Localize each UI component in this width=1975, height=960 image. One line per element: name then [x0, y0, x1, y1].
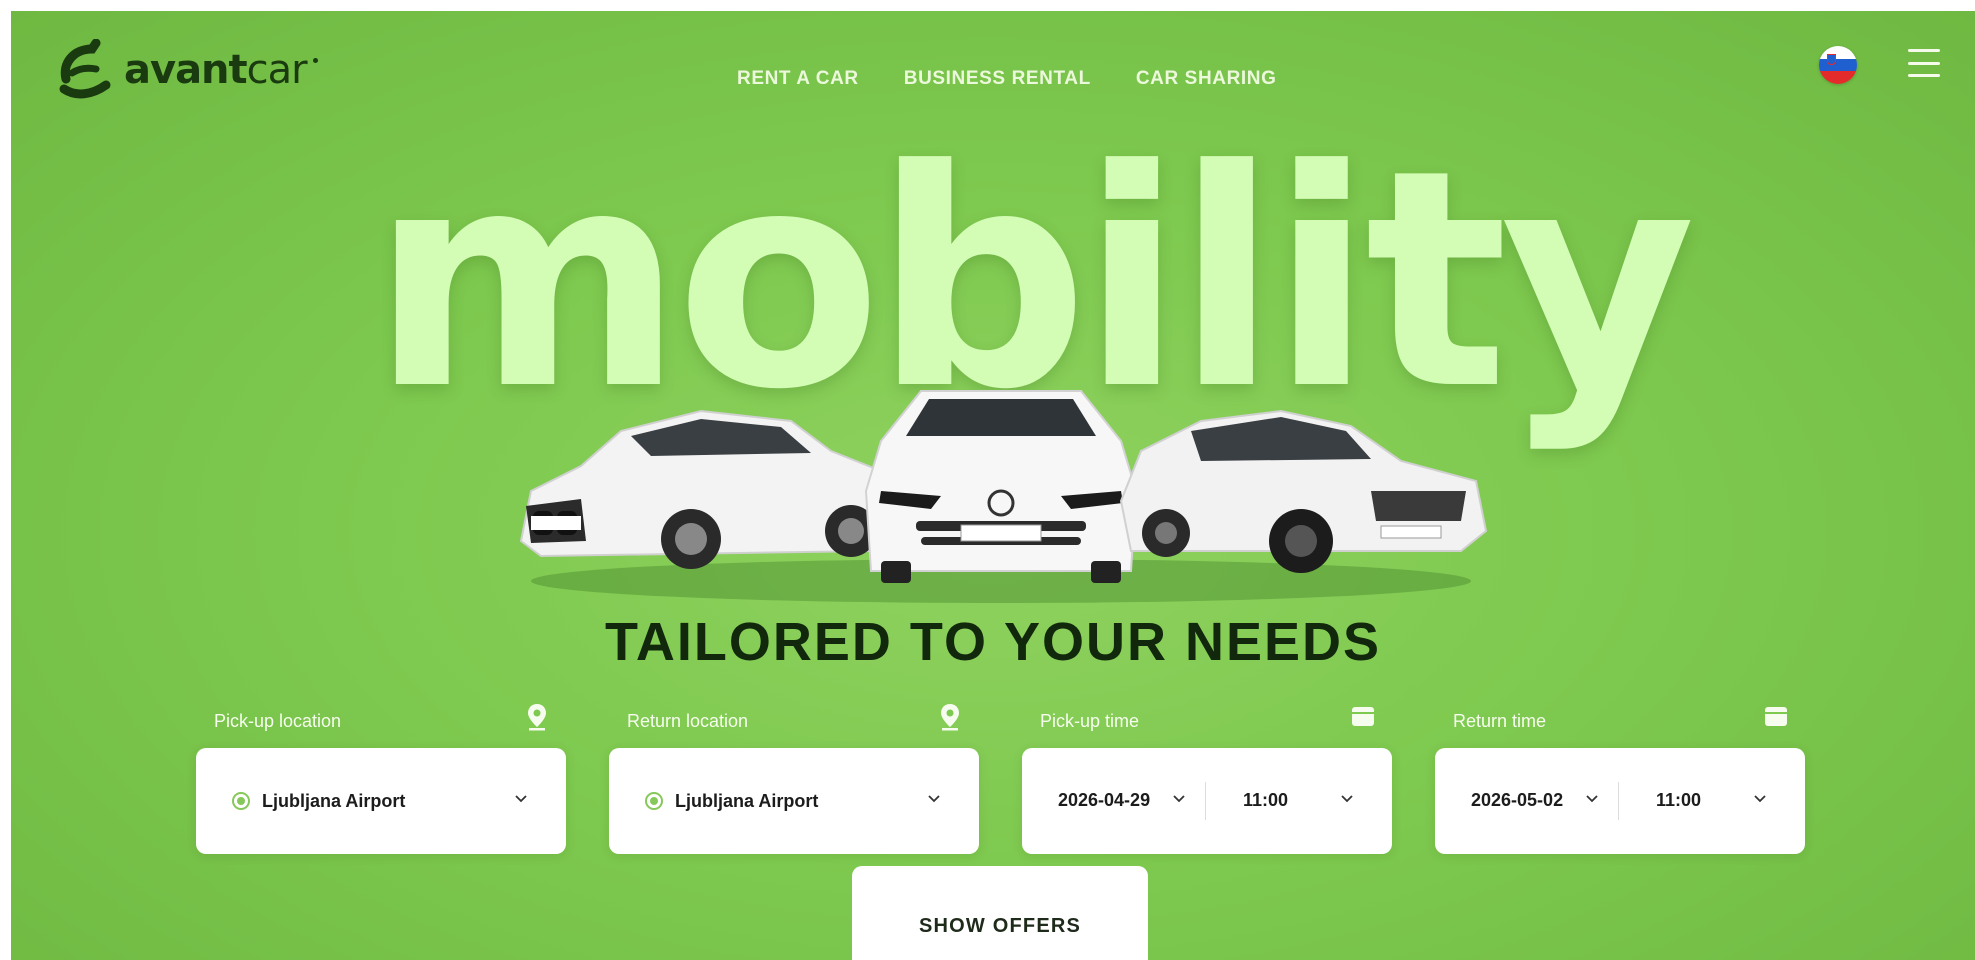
- chevron-down-icon[interactable]: [1340, 794, 1354, 804]
- pickup-time-picker: 2026-04-29 11:00: [1022, 748, 1392, 854]
- pickup-time-label: Pick-up time: [1040, 711, 1140, 731]
- show-offers-button[interactable]: SHOW OFFERS: [852, 866, 1148, 960]
- brand-name-bold: avant: [124, 47, 248, 93]
- return-location-label: Return location: [627, 711, 749, 731]
- chevron-down-icon[interactable]: [1753, 794, 1767, 804]
- nav-car-sharing[interactable]: CAR SHARING: [1136, 68, 1277, 90]
- chevron-down-icon: [928, 795, 940, 803]
- chevron-down-icon[interactable]: [1172, 794, 1186, 804]
- pickup-hour-value[interactable]: 11:00: [1243, 790, 1288, 811]
- pickup-location-select[interactable]: Ljubljana Airport: [196, 748, 566, 854]
- return-hour-value[interactable]: 11:00: [1656, 790, 1701, 811]
- car-left: [519, 409, 893, 569]
- return-time-label: Return time: [1453, 711, 1547, 731]
- calendar-icon: [1352, 707, 1374, 726]
- return-location-value: Ljubljana Airport: [675, 790, 819, 811]
- brand-name-light: car: [246, 47, 308, 93]
- nav-business-rental[interactable]: BUSINESS RENTAL: [904, 68, 1091, 90]
- location-radio-icon: [645, 792, 663, 810]
- hero-section: avantcar RENT A CAR BUSINESS RENTAL CAR …: [11, 11, 1975, 960]
- location-pin-icon: [941, 704, 959, 731]
- location-pin-icon: [528, 704, 546, 731]
- divider: [1618, 782, 1619, 820]
- return-date-value[interactable]: 2026-05-02: [1471, 790, 1563, 811]
- brand-logo[interactable]: avantcar: [56, 39, 318, 101]
- cars-image: [519, 390, 1488, 603]
- hamburger-menu-icon[interactable]: [1908, 49, 1940, 77]
- car-right: [1119, 409, 1488, 573]
- chevron-down-icon: [515, 795, 527, 803]
- calendar-icon: [1765, 707, 1787, 726]
- pickup-date-value[interactable]: 2026-04-29: [1058, 790, 1150, 811]
- hero-headline: TAILORED TO YOUR NEEDS: [604, 612, 1382, 672]
- chevron-down-icon[interactable]: [1585, 794, 1599, 804]
- pickup-location-value: Ljubljana Airport: [262, 790, 406, 811]
- return-time-picker: 2026-05-02 11:00: [1435, 748, 1805, 854]
- logo-dot: [312, 57, 318, 63]
- car-middle: [864, 390, 1138, 583]
- avantcar-logo-icon: [59, 39, 111, 99]
- return-location-select[interactable]: Ljubljana Airport: [609, 748, 979, 854]
- divider: [1205, 782, 1206, 820]
- pickup-location-label: Pick-up location: [214, 711, 342, 731]
- brand-wordmark: avantcar: [124, 47, 308, 93]
- nav-rent-a-car[interactable]: RENT A CAR: [737, 68, 859, 90]
- main-nav: RENT A CAR BUSINESS RENTAL CAR SHARING: [737, 68, 1277, 90]
- hero-big-word: mobility: [371, 106, 1696, 455]
- location-radio-icon: [232, 792, 250, 810]
- slovenia-flag-icon[interactable]: [1819, 46, 1857, 84]
